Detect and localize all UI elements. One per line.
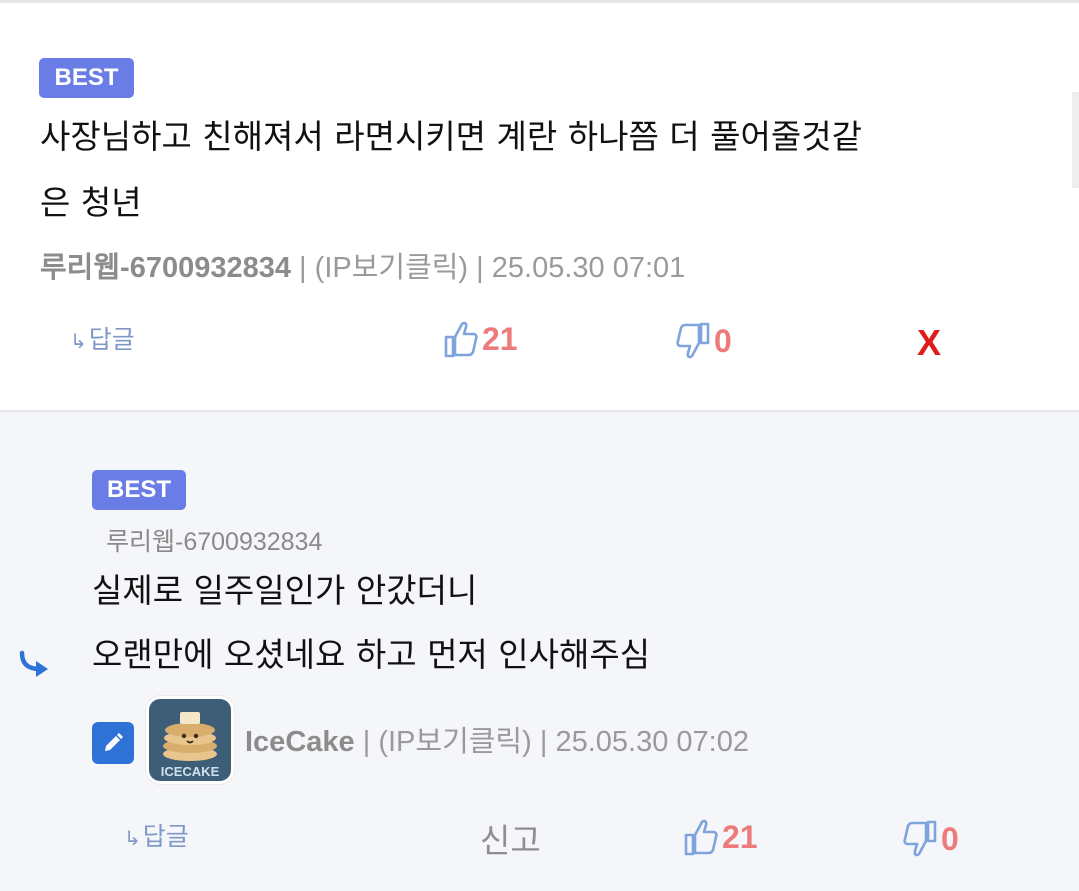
reply-arrow-icon: ↳ xyxy=(70,329,87,353)
thumbs-down-icon xyxy=(676,322,710,359)
thumbs-up-icon xyxy=(444,321,478,358)
upvote-count: 21 xyxy=(482,320,518,357)
best-badge: BEST xyxy=(92,470,186,510)
reply-button[interactable]: ↳답글 xyxy=(70,323,135,358)
avatar[interactable]: ICECAKE xyxy=(146,696,234,784)
downvote-button[interactable]: 0 xyxy=(903,820,959,858)
author-name[interactable]: IceCake xyxy=(245,726,355,758)
upvote-count: 21 xyxy=(722,818,758,855)
downvote-button[interactable]: 0 xyxy=(676,322,732,360)
meta-separator: | xyxy=(539,726,548,758)
delete-button[interactable]: X xyxy=(917,322,941,364)
downvote-count: 0 xyxy=(941,820,959,857)
reply-button[interactable]: ↳답글 xyxy=(124,820,189,855)
ip-link[interactable]: (IP보기클릭) xyxy=(315,252,468,284)
comment-meta: 루리웹-6700932834 | (IP보기클릭) | 25.05.30 07:… xyxy=(40,248,685,288)
ip-link[interactable]: (IP보기클릭) xyxy=(378,726,531,758)
svg-text:ICECAKE: ICECAKE xyxy=(161,764,220,779)
timestamp: 25.05.30 07:01 xyxy=(491,252,686,284)
parent-author: 루리웹-6700932834 xyxy=(106,528,323,556)
timestamp: 25.05.30 07:02 xyxy=(555,726,749,758)
meta-separator: | xyxy=(476,252,484,284)
upvote-button[interactable]: 21 xyxy=(684,818,758,856)
thumbs-down-icon xyxy=(903,820,937,857)
comment-text-line-2: 은 청년 xyxy=(40,183,142,222)
side-edge xyxy=(1072,92,1079,188)
reply-meta: IceCake | (IP보기클릭) | 25.05.30 07:02 xyxy=(245,722,749,762)
avatar-image: ICECAKE xyxy=(149,699,231,781)
best-badge: BEST xyxy=(39,58,134,98)
reply-label: 답글 xyxy=(142,822,189,851)
meta-separator: | xyxy=(299,252,307,284)
reply-comment: BEST 루리웹-6700932834 실제로 일주일인가 안갔더니 오랜만에 … xyxy=(0,410,1079,891)
pencil-icon[interactable] xyxy=(92,722,134,764)
reply-arrow-icon xyxy=(19,650,48,677)
reply-text-line-1: 실제로 일주일인가 안갔더니 xyxy=(92,571,478,610)
meta-separator: | xyxy=(362,726,371,758)
comment-text-line-1: 사장님하고 친해져서 라면시키면 계란 하나쯤 더 풀어줄것같 xyxy=(40,117,862,156)
thumbs-up-icon xyxy=(684,819,718,856)
reply-label: 답글 xyxy=(88,325,135,354)
top-divider xyxy=(0,0,1079,3)
upvote-button[interactable]: 21 xyxy=(444,320,518,358)
author-name[interactable]: 루리웹-6700932834 xyxy=(40,252,291,284)
reply-text-line-2: 오랜만에 오셨네요 하고 먼저 인사해주심 xyxy=(92,635,651,674)
reply-arrow-icon: ↳ xyxy=(124,826,141,850)
downvote-count: 0 xyxy=(714,322,732,359)
report-button[interactable]: 신고 xyxy=(480,814,541,862)
